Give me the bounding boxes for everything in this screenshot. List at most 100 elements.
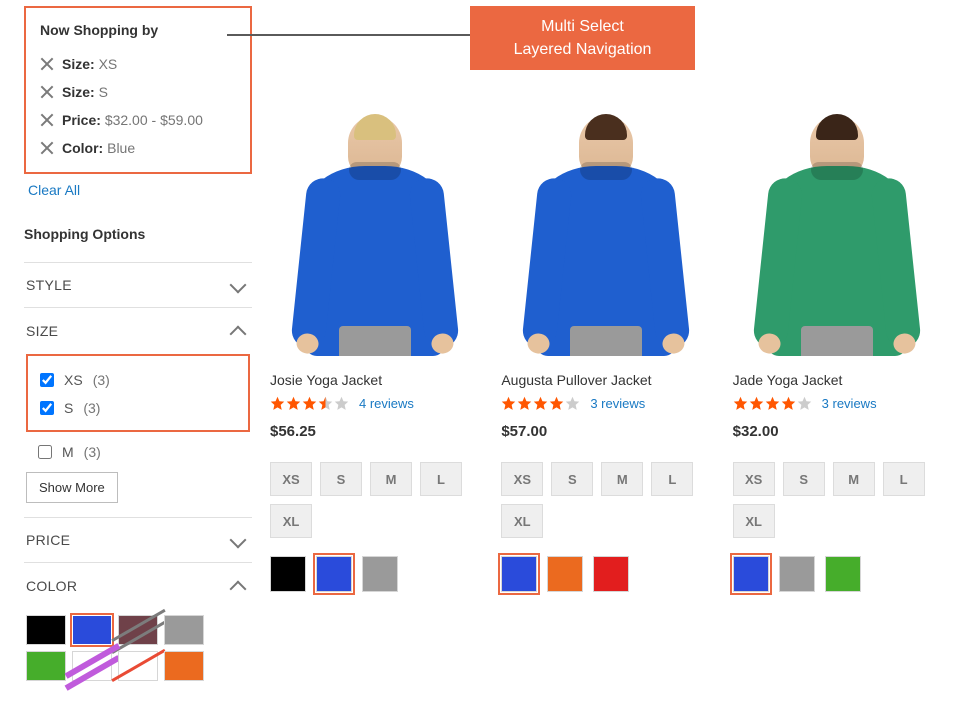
- facet-size-body: XS (3) S (3) M (3) Show More: [24, 354, 252, 517]
- color-swatch[interactable]: [547, 556, 583, 592]
- star-icon: [765, 396, 780, 411]
- size-option[interactable]: XS (3): [40, 366, 238, 394]
- size-option-label: XS: [64, 372, 83, 388]
- size-swatch[interactable]: L: [883, 462, 925, 496]
- facet-style-header[interactable]: STYLE: [24, 263, 252, 307]
- size-swatch-row: XSSML XL: [501, 462, 710, 538]
- color-swatch-green[interactable]: [26, 651, 66, 681]
- facet-size-header[interactable]: SIZE: [24, 308, 252, 354]
- color-swatch[interactable]: [270, 556, 306, 592]
- product-name[interactable]: Josie Yoga Jacket: [270, 372, 479, 388]
- size-swatch[interactable]: M: [833, 462, 875, 496]
- size-checkbox[interactable]: [40, 401, 54, 415]
- filter-value: Blue: [107, 140, 135, 156]
- product-price: $57.00: [501, 423, 710, 440]
- size-swatch[interactable]: L: [651, 462, 693, 496]
- size-option-label: S: [64, 400, 73, 416]
- product-image[interactable]: [733, 56, 942, 356]
- product-name[interactable]: Augusta Pullover Jacket: [501, 372, 710, 388]
- product-price: $32.00: [733, 423, 942, 440]
- clear-all-link[interactable]: Clear All: [28, 182, 252, 198]
- star-icon: [270, 396, 285, 411]
- color-swatch-red-stripe[interactable]: [118, 651, 158, 681]
- chevron-up-icon: [230, 326, 247, 343]
- rating-row: 4 reviews: [270, 396, 479, 411]
- product-image[interactable]: [501, 56, 710, 356]
- color-swatch[interactable]: [316, 556, 352, 592]
- size-swatch[interactable]: S: [320, 462, 362, 496]
- size-swatch[interactable]: XL: [733, 504, 775, 538]
- size-option[interactable]: M (3): [26, 438, 250, 466]
- applied-filter-item: Size: XS: [40, 50, 236, 78]
- color-swatch-orange[interactable]: [164, 651, 204, 681]
- color-swatch[interactable]: [825, 556, 861, 592]
- filter-sidebar: Now Shopping by Size: XS Size: S Price: …: [0, 6, 270, 695]
- star-icon: [517, 396, 532, 411]
- size-swatch[interactable]: S: [551, 462, 593, 496]
- color-swatch[interactable]: [779, 556, 815, 592]
- shopping-options-title: Shopping Options: [24, 216, 252, 263]
- reviews-link[interactable]: 3 reviews: [590, 396, 645, 411]
- remove-filter-icon[interactable]: [40, 57, 54, 71]
- size-swatch-row: XSSML XL: [733, 462, 942, 538]
- reviews-link[interactable]: 4 reviews: [359, 396, 414, 411]
- remove-filter-icon[interactable]: [40, 85, 54, 99]
- now-shopping-title: Now Shopping by: [40, 22, 236, 38]
- color-swatch-maroon-stripe[interactable]: [118, 615, 158, 645]
- product-image[interactable]: [270, 56, 479, 356]
- facet-style-label: STYLE: [26, 277, 72, 293]
- star-half-icon: [318, 396, 333, 411]
- facet-style: STYLE: [24, 263, 252, 308]
- size-swatch[interactable]: XS: [501, 462, 543, 496]
- filter-label: Color:: [62, 140, 103, 156]
- applied-filter-item: Size: S: [40, 78, 236, 106]
- star-icon: [781, 396, 796, 411]
- color-swatch-blue[interactable]: [72, 615, 112, 645]
- star-empty-icon: [797, 396, 812, 411]
- size-swatch[interactable]: XS: [733, 462, 775, 496]
- facet-price-label: PRICE: [26, 532, 70, 548]
- size-swatch[interactable]: S: [783, 462, 825, 496]
- size-swatch[interactable]: M: [601, 462, 643, 496]
- facet-size: SIZE XS (3) S (3) M (3) Show More: [24, 308, 252, 518]
- size-swatch[interactable]: XS: [270, 462, 312, 496]
- size-checkbox[interactable]: [38, 445, 52, 459]
- color-swatch-purple-stripe[interactable]: [72, 651, 112, 681]
- color-swatch[interactable]: [733, 556, 769, 592]
- product-card: Augusta Pullover Jacket 3 reviews $57.00…: [501, 56, 710, 592]
- product-name[interactable]: Jade Yoga Jacket: [733, 372, 942, 388]
- star-icon: [749, 396, 764, 411]
- size-swatch[interactable]: XL: [501, 504, 543, 538]
- star-empty-icon: [565, 396, 580, 411]
- color-swatch-row: [501, 556, 710, 592]
- reviews-link[interactable]: 3 reviews: [822, 396, 877, 411]
- product-card: Jade Yoga Jacket 3 reviews $32.00 XSSMLX…: [733, 56, 942, 592]
- chevron-down-icon: [230, 277, 247, 294]
- product-grid: Josie Yoga Jacket 4 reviews $56.25 XSSML…: [270, 56, 960, 592]
- size-option-count: (3): [83, 400, 100, 416]
- size-swatch[interactable]: L: [420, 462, 462, 496]
- color-swatch[interactable]: [362, 556, 398, 592]
- color-swatch-black[interactable]: [26, 615, 66, 645]
- size-option[interactable]: S (3): [40, 394, 238, 422]
- color-swatch-row: [733, 556, 942, 592]
- color-swatch[interactable]: [593, 556, 629, 592]
- facet-color-header[interactable]: COLOR: [24, 563, 252, 609]
- size-checkbox[interactable]: [40, 373, 54, 387]
- product-card: Josie Yoga Jacket 4 reviews $56.25 XSSML…: [270, 56, 479, 592]
- star-icon: [286, 396, 301, 411]
- facet-price-header[interactable]: PRICE: [24, 518, 252, 562]
- color-swatch-grid: [26, 609, 250, 681]
- color-swatch[interactable]: [501, 556, 537, 592]
- facet-price: PRICE: [24, 518, 252, 563]
- filter-label: Size:: [62, 56, 95, 72]
- applied-filters-list: Size: XS Size: S Price: $32.00 - $59.00 …: [40, 50, 236, 162]
- now-shopping-by-block: Now Shopping by Size: XS Size: S Price: …: [24, 6, 252, 174]
- remove-filter-icon[interactable]: [40, 113, 54, 127]
- facet-color-label: COLOR: [26, 578, 77, 594]
- color-swatch-gray[interactable]: [164, 615, 204, 645]
- remove-filter-icon[interactable]: [40, 141, 54, 155]
- show-more-button[interactable]: Show More: [26, 472, 118, 503]
- size-swatch[interactable]: M: [370, 462, 412, 496]
- size-swatch[interactable]: XL: [270, 504, 312, 538]
